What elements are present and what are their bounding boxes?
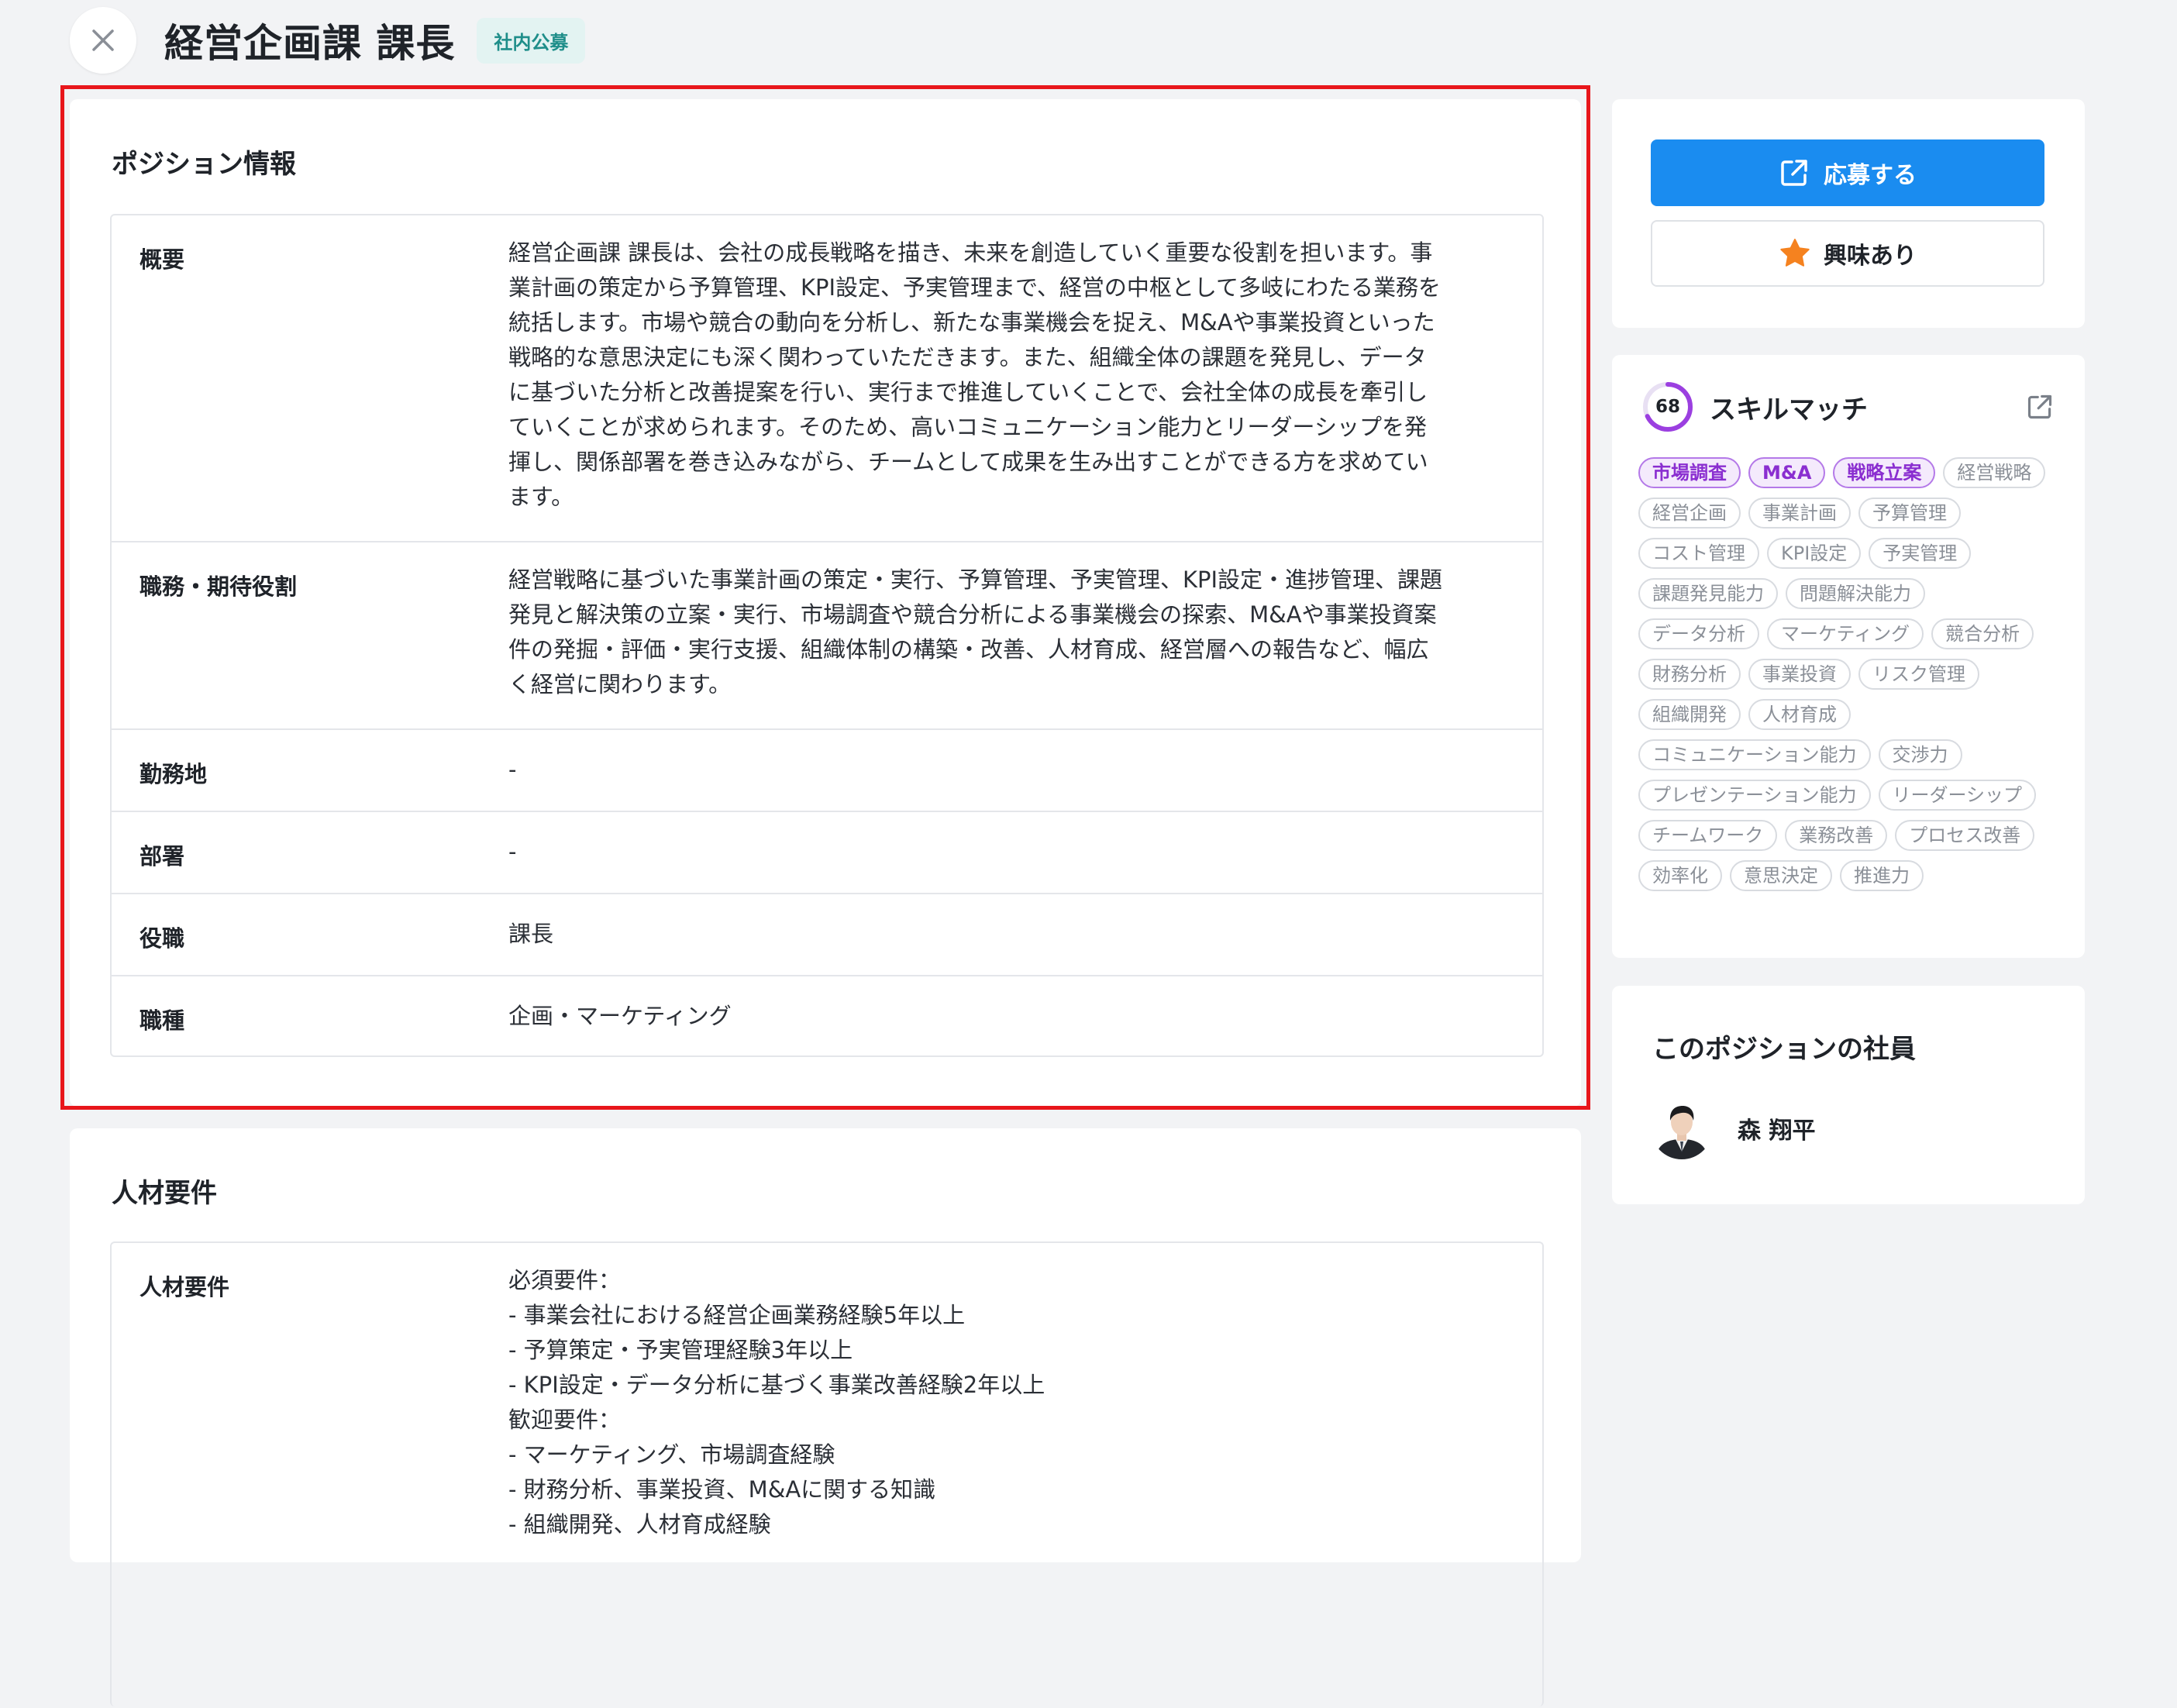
actions-card: 応募する 興味あり — [1612, 99, 2085, 328]
skill-match-card: 68 スキルマッチ 市場調査 M&A 戦略立案 経営戦略経営企画 事業計画 予算管理コスト… — [1612, 355, 2085, 958]
employee-item[interactable]: 森 翔平 — [1651, 1097, 1815, 1159]
skill-tag: 意思決定 — [1730, 860, 1832, 891]
employee-name: 森 翔平 — [1738, 1117, 1816, 1145]
skill-tag: マーケティング — [1767, 618, 1924, 649]
matched-skill-tag: 市場調査 — [1638, 457, 1741, 488]
apply-button[interactable]: 応募する — [1651, 139, 2044, 206]
row-label: 勤務地 — [140, 761, 208, 787]
requirements-card: 人材要件 人材要件 必須要件： - 事業会社における経営企画業務経験5年以上 -… — [70, 1128, 1581, 1706]
skill-tag: 経営企画 — [1638, 498, 1741, 529]
skill-tag: データ分析 — [1638, 618, 1759, 649]
skill-tag: コミュニケーション能力 — [1638, 739, 1871, 770]
row-value: - — [508, 839, 517, 865]
skill-tag: 問題解決能力 — [1786, 578, 1925, 609]
skill-tag: 経営戦略 — [1943, 457, 2046, 488]
skill-tag: チームワーク — [1638, 820, 1778, 851]
skill-score-ring: 68 — [1641, 381, 1694, 433]
table-row: 職種 企画・マーケティング — [112, 975, 1542, 1055]
table-row: 勤務地 - — [112, 728, 1542, 811]
position-info-table: 概要 経営企画課 課長は、会社の成長戦略を描き、未来を創造していく重要な役割を担… — [110, 214, 1544, 1057]
skill-tag: 業務改善 — [1785, 820, 1888, 851]
employees-title: このポジションの社員 — [1652, 1034, 1916, 1065]
matched-skill-tag: 戦略立案 — [1833, 457, 1936, 488]
star-icon — [1780, 239, 1810, 267]
skill-tag-list: 市場調査 M&A 戦略立案 経営戦略経営企画 事業計画 予算管理コスト管理 KPI設定 予実管… — [1638, 457, 2057, 900]
employees-card: このポジションの社員 森 翔平 — [1612, 986, 2085, 1204]
external-link-icon — [1781, 160, 1807, 186]
interest-button[interactable]: 興味あり — [1651, 220, 2044, 287]
skill-tag: 組織開発 — [1638, 699, 1741, 730]
position-info-title: ポジション情報 — [112, 149, 296, 180]
row-label: 概要 — [140, 246, 185, 273]
skill-score: 68 — [1655, 397, 1680, 417]
skill-tag: コスト管理 — [1638, 538, 1759, 569]
matched-skill-tag: M&A — [1748, 457, 1826, 488]
table-row: 役職 課長 — [112, 893, 1542, 975]
page-header: 経営企画課 課長 社内公募 — [70, 6, 586, 74]
external-link-icon[interactable] — [2026, 393, 2054, 421]
recruitment-type-badge: 社内公募 — [477, 17, 586, 64]
position-info-card: ポジション情報 概要 経営企画課 課長は、会社の成長戦略を描き、未来を創造してい… — [70, 99, 1581, 1107]
row-value: 経営企画課 課長は、会社の成長戦略を描き、未来を創造していく重要な役割を担います… — [508, 239, 1442, 510]
skill-tag: リスク管理 — [1858, 659, 1979, 690]
skill-match-header: 68 スキルマッチ — [1641, 380, 2054, 434]
row-value: 課長 — [508, 921, 554, 947]
requirements-table: 人材要件 必須要件： - 事業会社における経営企画業務経験5年以上 - 予算策定… — [110, 1241, 1544, 1706]
row-label: 人材要件 — [140, 1274, 230, 1300]
skill-match-title: スキルマッチ — [1710, 394, 1868, 425]
skill-tag: プロセス改善 — [1895, 820, 2035, 851]
table-row: 部署 - — [112, 811, 1542, 893]
row-label: 部署 — [140, 843, 185, 869]
skill-tag: リーダーシップ — [1878, 780, 2037, 811]
row-label: 職務・期待役割 — [140, 573, 298, 600]
skill-tag: 人材育成 — [1748, 699, 1851, 730]
requirements-title: 人材要件 — [112, 1178, 217, 1209]
skill-tag: 競合分析 — [1931, 618, 2034, 649]
skill-tag: 事業投資 — [1748, 659, 1851, 690]
row-value: 企画・マーケティング — [508, 1003, 732, 1029]
skill-tag: 予実管理 — [1869, 538, 1972, 569]
row-value: 経営戦略に基づいた事業計画の策定・実行、予算管理、予実管理、KPI設定・進捗管理… — [508, 566, 1443, 697]
skill-tag: 効率化 — [1638, 860, 1722, 891]
avatar — [1651, 1097, 1713, 1159]
skill-tag: 財務分析 — [1638, 659, 1741, 690]
skill-tag: 推進力 — [1840, 860, 1924, 891]
skill-tag: 交渉力 — [1878, 739, 1962, 770]
row-label: 役職 — [140, 925, 185, 952]
page-title: 経営企画課 課長 — [164, 21, 456, 66]
row-value: 必須要件： - 事業会社における経営企画業務経験5年以上 - 予算策定・予実管理… — [508, 1267, 1045, 1538]
table-row: 人材要件 必須要件： - 事業会社における経営企画業務経験5年以上 - 予算策定… — [112, 1243, 1542, 1708]
skill-tag: KPI設定 — [1767, 538, 1862, 569]
skill-tag: 課題発見能力 — [1638, 578, 1778, 609]
row-label: 職種 — [140, 1007, 185, 1034]
table-row: 概要 経営企画課 課長は、会社の成長戦略を描き、未来を創造していく重要な役割を担… — [112, 215, 1542, 541]
row-value: - — [508, 756, 517, 783]
table-row: 職務・期待役割 経営戦略に基づいた事業計画の策定・実行、予算管理、予実管理、KP… — [112, 541, 1542, 728]
interest-label: 興味あり — [1824, 243, 1917, 270]
apply-label: 応募する — [1824, 162, 1917, 189]
close-icon — [92, 29, 114, 51]
close-button[interactable] — [70, 7, 136, 74]
skill-tag: 事業計画 — [1748, 498, 1851, 529]
skill-tag: プレゼンテーション能力 — [1638, 780, 1871, 811]
skill-tag: 予算管理 — [1858, 498, 1961, 529]
